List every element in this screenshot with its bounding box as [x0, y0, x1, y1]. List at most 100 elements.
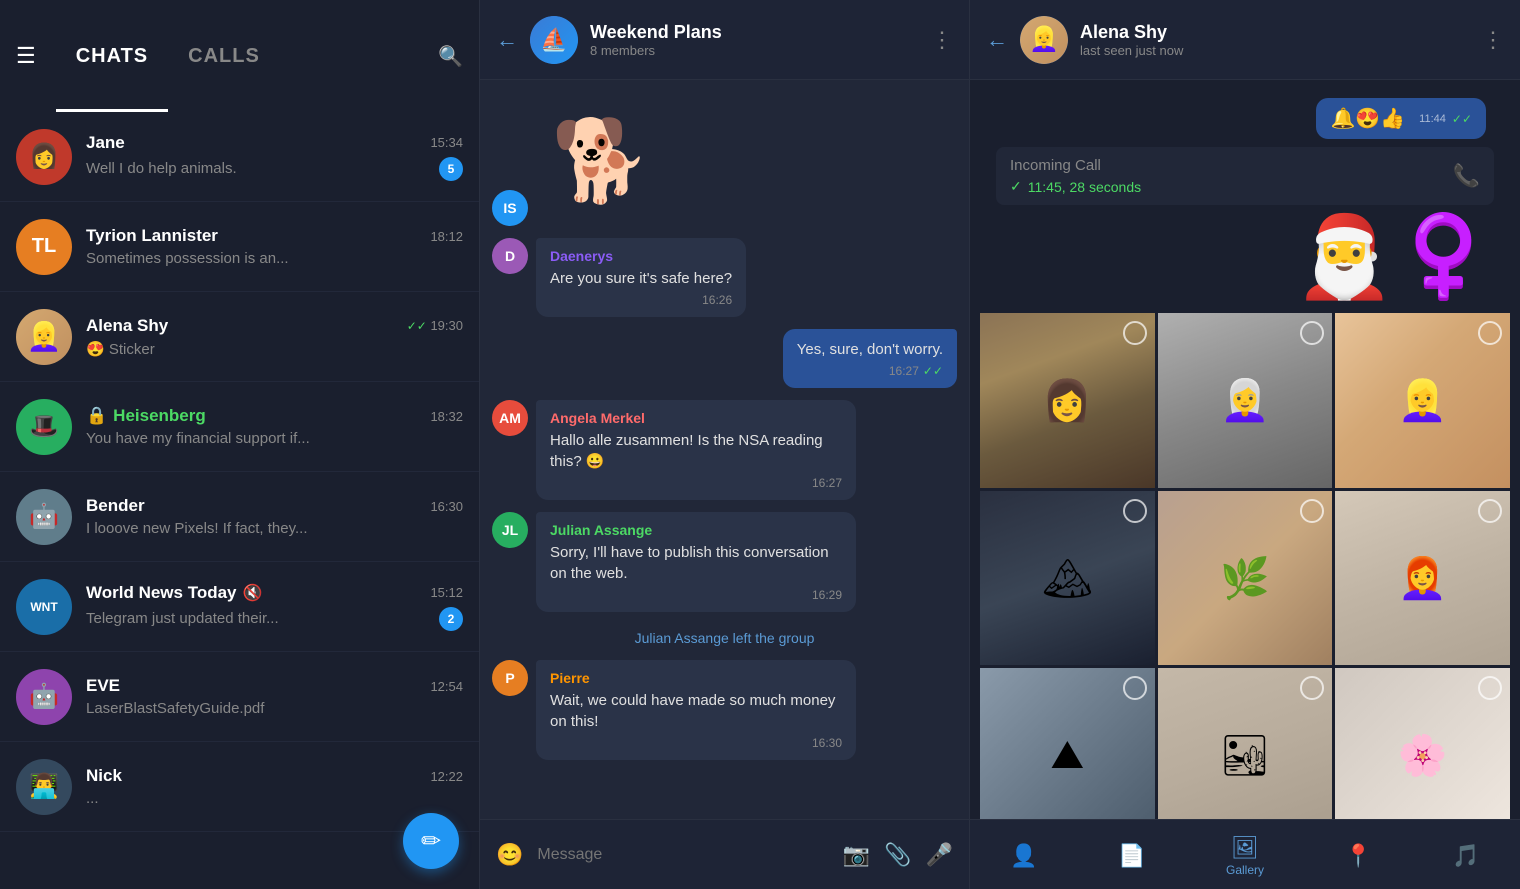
- right-content: 🔔😍👍 11:44 ✓✓ Incoming Call ✓ 11:45, 28 s…: [970, 80, 1520, 819]
- emoji-message-row: 🔔😍👍 11:44 ✓✓: [980, 90, 1510, 143]
- chat-item-eve[interactable]: 🤖 EVE 12:54 LaserBlastSafetyGuide.pdf: [0, 652, 479, 742]
- chat-item-nick[interactable]: 👨‍💻 Nick 12:22 ...: [0, 742, 479, 832]
- sender-avatar-pierre: P: [492, 660, 528, 696]
- hamburger-icon[interactable]: ☰: [16, 43, 36, 69]
- sender-avatar-angela: AM: [492, 400, 528, 436]
- nav-files[interactable]: 📄: [1118, 843, 1145, 869]
- right-header-avatar: 👱‍♀️: [1020, 16, 1068, 64]
- badge-worldnews: 2: [439, 607, 463, 631]
- call-title: Incoming Call: [1010, 157, 1445, 174]
- gallery-item-2[interactable]: 👩‍🦳: [1158, 313, 1333, 488]
- mic-icon[interactable]: 🎤: [926, 842, 953, 868]
- gallery-check-4[interactable]: [1123, 499, 1147, 523]
- more-options-button[interactable]: ⋮: [931, 27, 953, 53]
- message-angela: AM Angela Merkel Hallo alle zusammen! Is…: [492, 400, 957, 500]
- badge-jane: 5: [439, 157, 463, 181]
- nav-profile[interactable]: 👤: [1010, 843, 1037, 869]
- nav-audio[interactable]: 🎵: [1452, 843, 1479, 869]
- gallery-label: Gallery: [1226, 863, 1264, 877]
- chat-preview-nick: ...: [86, 790, 463, 807]
- chat-preview-heisenberg: You have my financial support if...: [86, 430, 463, 447]
- avatar-worldnews: WNT: [16, 579, 72, 635]
- nav-location[interactable]: 📍: [1344, 843, 1371, 869]
- chat-preview-alena: 😍 Sticker: [86, 340, 463, 358]
- chat-time-alena: ✓✓ 19:30: [407, 318, 463, 333]
- middle-panel: ← ⛵ Weekend Plans 8 members ⋮ IS 🐕 D Dae…: [480, 0, 970, 889]
- messages-area: IS 🐕 D Daenerys Are you sure it's safe h…: [480, 80, 969, 819]
- gallery-check-5[interactable]: [1300, 499, 1324, 523]
- right-contact-status: last seen just now: [1080, 43, 1482, 58]
- chat-header: ← ⛵ Weekend Plans 8 members ⋮: [480, 0, 969, 80]
- call-detail: ✓ 11:45, 28 seconds: [1010, 178, 1445, 195]
- sticker-doge: 🐕: [536, 96, 666, 226]
- chat-preview-worldnews: Telegram just updated their...: [86, 610, 279, 627]
- avatar-heisenberg: 🎩: [16, 399, 72, 455]
- gallery-item-4[interactable]: 🏔: [980, 491, 1155, 666]
- tab-calls[interactable]: CALLS: [168, 0, 280, 112]
- left-panel: ☰ CHATS CALLS 🔍 👩 Jane 15:34 Well I d: [0, 0, 480, 889]
- chat-name-tyrion: Tyrion Lannister: [86, 226, 218, 246]
- gallery-check-3[interactable]: [1478, 321, 1502, 345]
- audio-icon: 🎵: [1452, 843, 1479, 869]
- chat-name-alena: Alena Shy: [86, 316, 168, 336]
- call-notification: Incoming Call ✓ 11:45, 28 seconds 📞: [996, 147, 1494, 205]
- avatar-alena: 👱‍♀️: [16, 309, 72, 365]
- sender-avatar-daenerys: D: [492, 238, 528, 274]
- chat-name-eve: EVE: [86, 676, 120, 696]
- gallery-check-1[interactable]: [1123, 321, 1147, 345]
- camera-icon[interactable]: 📷: [843, 842, 870, 868]
- chat-name-bender: Bender: [86, 496, 145, 516]
- gallery-item-6[interactable]: 👩‍🦰: [1335, 491, 1510, 666]
- avatar-eve: 🤖: [16, 669, 72, 725]
- back-button[interactable]: ←: [496, 27, 518, 53]
- profile-icon: 👤: [1010, 843, 1037, 869]
- chat-item-jane[interactable]: 👩 Jane 15:34 Well I do help animals. 5: [0, 112, 479, 202]
- message-pierre: P Pierre Wait, we could have made so muc…: [492, 660, 957, 760]
- attach-icon[interactable]: 📎: [884, 842, 911, 868]
- nav-gallery[interactable]: 🖼 Gallery: [1226, 835, 1264, 877]
- gallery-check-6[interactable]: [1478, 499, 1502, 523]
- msg-time-pierre: 16:30: [550, 736, 842, 750]
- message-sticker-doge: IS 🐕: [492, 96, 957, 226]
- search-icon[interactable]: 🔍: [438, 44, 463, 69]
- gallery-item-3[interactable]: 👱‍♀️: [1335, 313, 1510, 488]
- msg-time-outgoing-1: 16:27 ✓✓: [797, 364, 943, 378]
- emoji-icon[interactable]: 😊: [496, 842, 523, 868]
- bubble-outgoing-1: Yes, sure, don't worry. 16:27 ✓✓: [783, 329, 957, 388]
- right-header: ← 👱‍♀️ Alena Shy last seen just now ⋮: [970, 0, 1520, 80]
- bubble-julian: Julian Assange Sorry, I'll have to publi…: [536, 512, 856, 612]
- emoji-bubble: 🔔😍👍 11:44 ✓✓: [1316, 98, 1486, 139]
- tab-chats[interactable]: CHATS: [56, 0, 168, 112]
- sender-avatar-julian: JL: [492, 512, 528, 548]
- right-back-button[interactable]: ←: [986, 27, 1008, 53]
- chat-title: Weekend Plans: [590, 22, 931, 43]
- message-input[interactable]: [537, 846, 828, 864]
- gallery-item-8[interactable]: 🏜: [1158, 668, 1333, 819]
- system-message-julian-left: Julian Assange left the group: [492, 624, 957, 652]
- gallery-item-5[interactable]: 🌿: [1158, 491, 1333, 666]
- gallery-icon: 🖼: [1231, 835, 1259, 861]
- msg-time-angela: 16:27: [550, 476, 842, 490]
- gallery-check-7[interactable]: [1123, 676, 1147, 700]
- gallery-item-1[interactable]: 👩: [980, 313, 1155, 488]
- chat-list: 👩 Jane 15:34 Well I do help animals. 5 T…: [0, 112, 479, 889]
- message-julian: JL Julian Assange Sorry, I'll have to pu…: [492, 512, 957, 612]
- chat-item-tyrion[interactable]: TL Tyrion Lannister 18:12 Sometimes poss…: [0, 202, 479, 292]
- chat-time-jane: 15:34: [430, 135, 463, 150]
- msg-time-daenerys: 16:26: [550, 293, 732, 307]
- chat-item-alena[interactable]: 👱‍♀️ Alena Shy ✓✓ 19:30 😍 Sticker: [0, 292, 479, 382]
- chat-item-bender[interactable]: 🤖 Bender 16:30 I looove new Pixels! If f…: [0, 472, 479, 562]
- bubble-angela: Angela Merkel Hallo alle zusammen! Is th…: [536, 400, 856, 500]
- chat-item-heisenberg[interactable]: 🎩 🔒 Heisenberg 18:32 You have my financi…: [0, 382, 479, 472]
- gallery-item-7[interactable]: ⛰: [980, 668, 1155, 819]
- chat-time-eve: 12:54: [430, 679, 463, 694]
- call-phone-icon: 📞: [1453, 163, 1480, 189]
- msg-time-julian: 16:29: [550, 588, 842, 602]
- gallery-grid: 👩 👩‍🦳 👱‍♀️ 🏔 🌿 👩‍🦰: [980, 313, 1510, 819]
- chat-time-worldnews: 15:12: [430, 585, 463, 600]
- chat-preview-bender: I looove new Pixels! If fact, they...: [86, 520, 463, 537]
- gallery-item-9[interactable]: 🌸: [1335, 668, 1510, 819]
- chat-item-worldnews[interactable]: WNT World News Today 🔇 15:12 Telegram ju…: [0, 562, 479, 652]
- right-more-options[interactable]: ⋮: [1482, 27, 1504, 53]
- compose-fab[interactable]: ✏: [403, 813, 459, 869]
